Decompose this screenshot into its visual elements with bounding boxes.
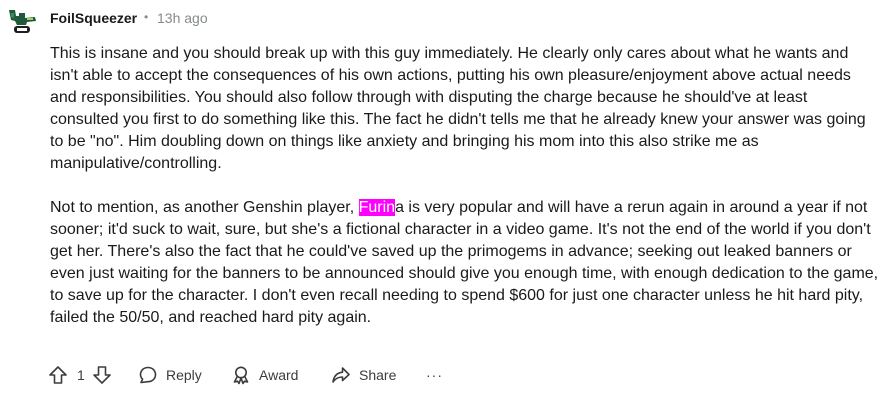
reply-label: Reply xyxy=(166,367,202,383)
comment-body: This is insane and you should break up w… xyxy=(50,43,880,329)
timestamp[interactable]: 13h ago xyxy=(157,10,208,26)
downvote-button[interactable] xyxy=(92,360,112,390)
vote-count: 1 xyxy=(77,367,85,383)
username[interactable]: FoilSqueezer xyxy=(50,10,137,26)
comment: FoilSqueezer • 13h ago This is insane an… xyxy=(0,0,891,401)
share-arrow-icon xyxy=(332,367,350,383)
comment-header: FoilSqueezer • 13h ago xyxy=(0,0,891,40)
share-label: Share xyxy=(359,367,397,383)
downvote-arrow-icon xyxy=(93,366,111,384)
share-button[interactable]: Share xyxy=(331,360,396,390)
separator-dot: • xyxy=(144,10,149,24)
award-ribbon-icon xyxy=(233,366,249,385)
search-highlight: Furin xyxy=(358,199,396,216)
award-label: Award xyxy=(259,367,299,383)
paragraph-2-end: a is very popular and will have a rerun … xyxy=(50,199,879,326)
avatar[interactable] xyxy=(5,4,39,36)
comment-action-bar: 1 Reply Award Share ··· xyxy=(40,360,880,390)
speech-bubble-icon xyxy=(139,366,157,384)
paragraph-2: Not to mention, as another Genshin playe… xyxy=(50,197,880,329)
award-button[interactable]: Award xyxy=(231,360,298,390)
reply-button[interactable]: Reply xyxy=(138,360,202,390)
upvote-button[interactable] xyxy=(48,360,68,390)
avatar-image xyxy=(5,4,39,36)
more-options-button[interactable]: ··· xyxy=(426,360,443,390)
upvote-arrow-icon xyxy=(49,366,67,384)
paragraph-2-start: Not to mention, as another Genshin playe… xyxy=(50,199,359,216)
paragraph-1: This is insane and you should break up w… xyxy=(50,45,866,172)
